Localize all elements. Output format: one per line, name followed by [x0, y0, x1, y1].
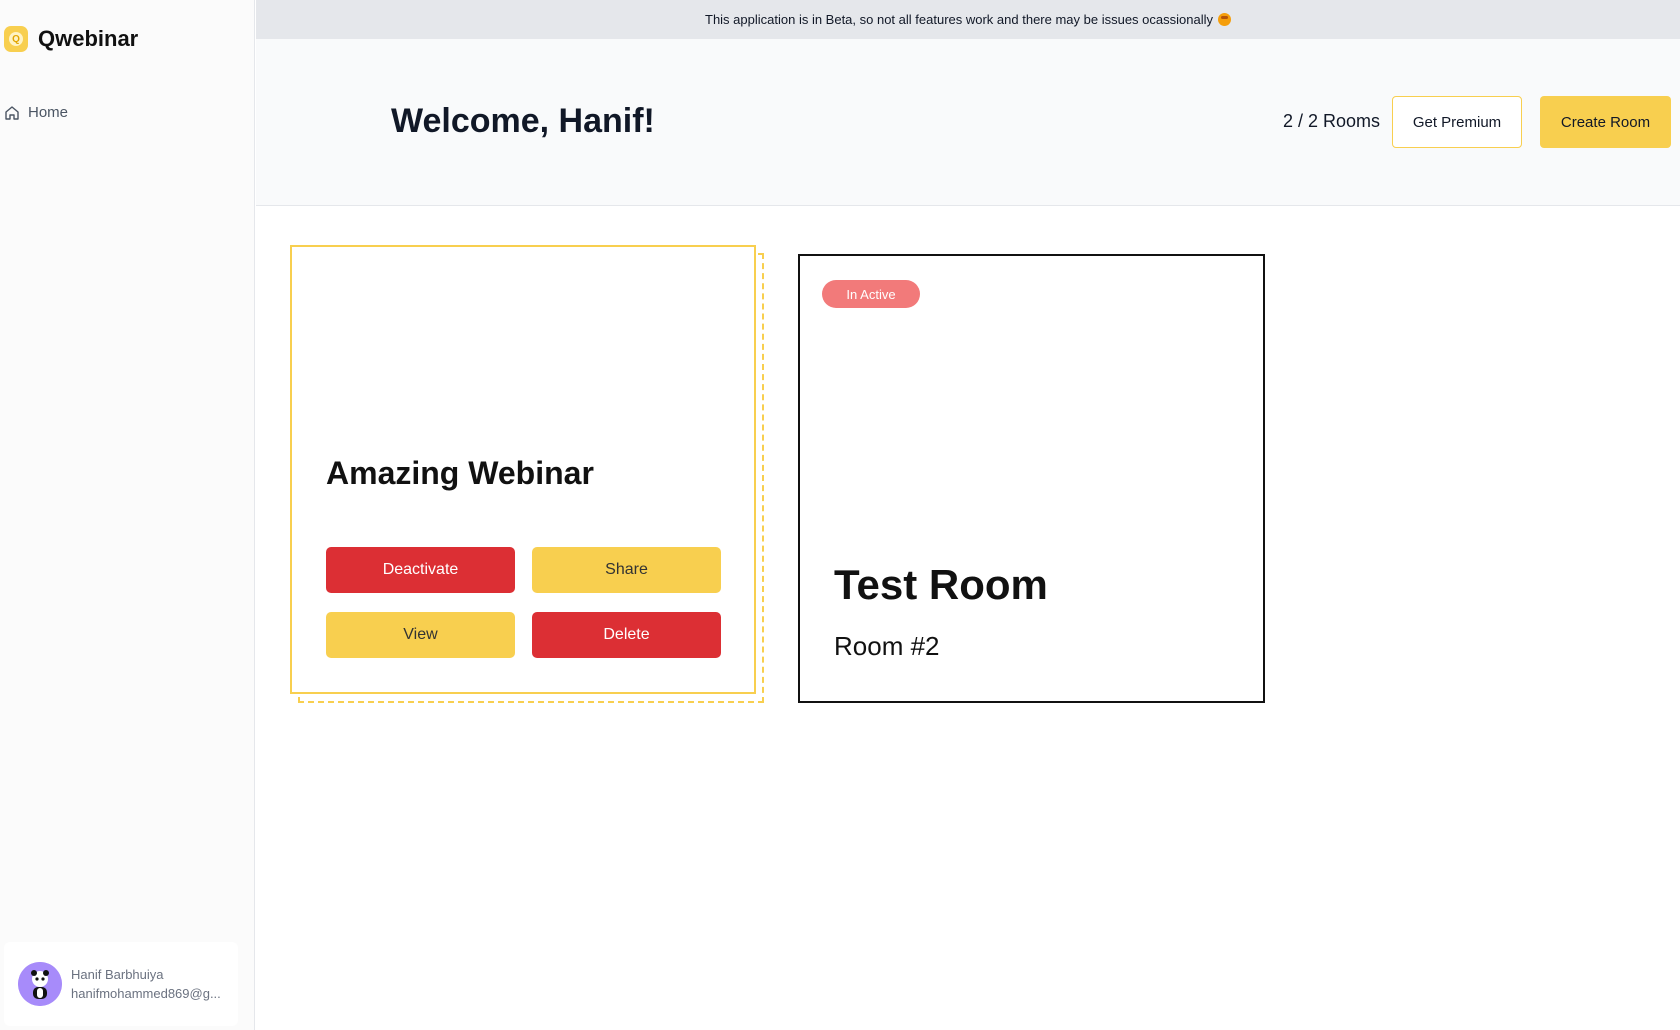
view-button[interactable]: View: [326, 612, 515, 658]
main-content: This application is in Beta, so not all …: [256, 0, 1680, 1030]
home-icon: [5, 105, 19, 120]
delete-button[interactable]: Delete: [532, 612, 721, 658]
face-emoji-icon: [1217, 13, 1231, 26]
room-card-amazing-webinar[interactable]: Amazing Webinar Deactivate Share View De…: [290, 245, 756, 694]
page-title: Welcome, Hanif!: [391, 102, 655, 140]
room-title: Amazing Webinar: [326, 455, 594, 491]
get-premium-button[interactable]: Get Premium: [1392, 96, 1522, 148]
room-subtitle: Room #2: [834, 631, 940, 661]
app-logo[interactable]: Q Qwebinar: [4, 26, 138, 52]
status-badge: In Active: [822, 280, 920, 308]
beta-banner: This application is in Beta, so not all …: [256, 0, 1680, 39]
user-name: Hanif Barbhuiya: [71, 967, 164, 982]
room-title: Test Room: [834, 561, 1048, 608]
sidebar-item-home[interactable]: Home: [4, 104, 68, 121]
page-header: Welcome, Hanif! 2 / 2 Rooms Get Premium …: [256, 39, 1680, 206]
beta-banner-text: This application is in Beta, so not all …: [705, 12, 1213, 27]
logo-icon: Q: [4, 26, 28, 52]
panda-avatar-icon: [18, 962, 62, 1006]
avatar: [18, 962, 62, 1006]
sidebar-item-label: Home: [28, 104, 69, 121]
room-card-test-room[interactable]: In Active Test Room Room #2: [798, 254, 1265, 703]
user-email: hanifmohammed869@g...: [71, 986, 221, 1001]
create-room-button[interactable]: Create Room: [1540, 96, 1671, 148]
share-button[interactable]: Share: [532, 547, 721, 593]
sidebar: Q Qwebinar Home Hanif Barbhuiya hanifmoh…: [0, 0, 255, 1030]
user-profile-card[interactable]: Hanif Barbhuiya hanifmohammed869@g...: [4, 942, 238, 1026]
rooms-count: 2 / 2 Rooms: [1283, 111, 1381, 131]
deactivate-button[interactable]: Deactivate: [326, 547, 515, 593]
app-name: Qwebinar: [38, 26, 139, 51]
logo-letter: Q: [9, 32, 23, 46]
